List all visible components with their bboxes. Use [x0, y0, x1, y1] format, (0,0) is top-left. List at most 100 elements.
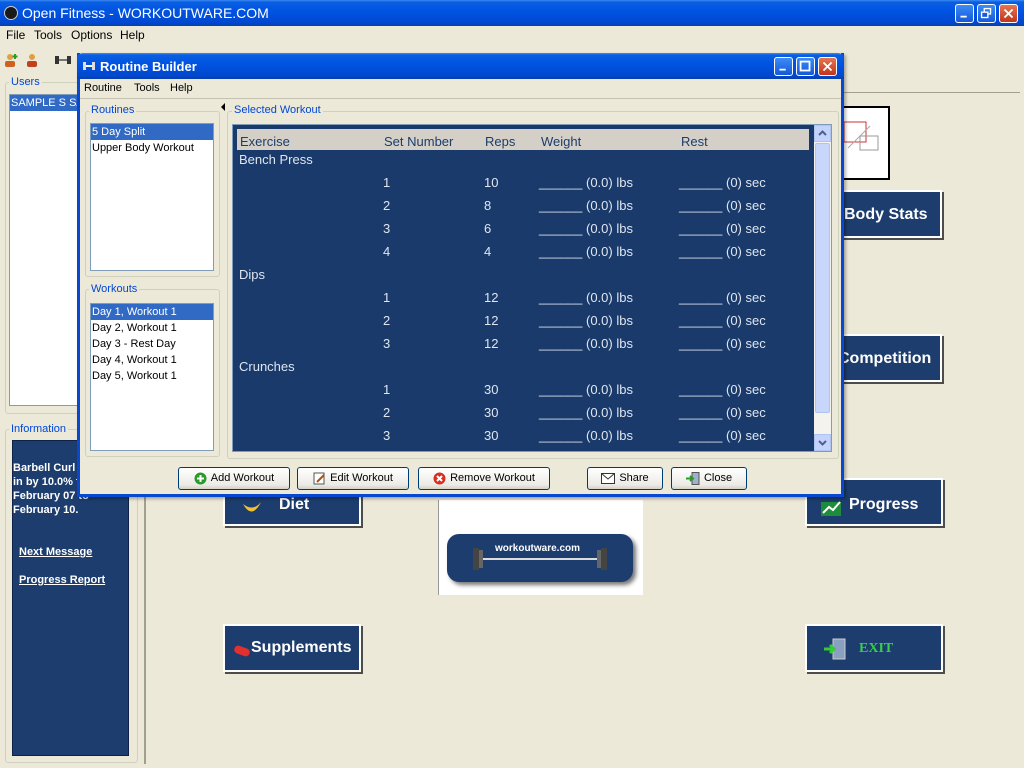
pill-icon — [234, 645, 250, 657]
cell-reps: 12 — [484, 313, 499, 328]
cell-weight[interactable]: ______ (0.0) lbs — [539, 175, 633, 190]
progress-report-link[interactable]: Progress Report — [19, 574, 105, 586]
workout-item[interactable]: Day 2, Workout 1 — [91, 320, 213, 336]
supplements-label: Supplements — [251, 639, 352, 656]
scroll-up-button[interactable] — [814, 125, 831, 142]
app-icon — [4, 6, 18, 20]
cell-set-number: 3 — [383, 428, 391, 443]
grid-scrollbar[interactable] — [814, 125, 831, 451]
cell-set-number: 2 — [383, 405, 391, 420]
cell-rest[interactable]: ______ (0) sec — [679, 405, 766, 420]
menu-help[interactable]: Help — [120, 28, 145, 42]
routines-label: Routines — [89, 104, 137, 116]
cell-weight[interactable]: ______ (0.0) lbs — [539, 336, 633, 351]
progress-label: Progress — [849, 496, 919, 513]
logo-badge: workoutware.com — [447, 534, 633, 582]
workout-item[interactable]: Day 3 - Rest Day — [91, 336, 213, 352]
edit-workout-label: Edit Workout — [330, 472, 393, 484]
edit-icon — [313, 472, 325, 485]
cell-weight[interactable]: ______ (0.0) lbs — [539, 382, 633, 397]
cell-rest[interactable]: ______ (0) sec — [679, 290, 766, 305]
cell-rest[interactable]: ______ (0) sec — [679, 244, 766, 259]
exit-button[interactable]: EXIT — [805, 624, 943, 672]
dialog-menu-help[interactable]: Help — [170, 82, 193, 94]
column-header-exercise[interactable]: Exercise — [240, 134, 290, 149]
close-button[interactable]: Close — [671, 467, 747, 490]
cell-rest[interactable]: ______ (0) sec — [679, 428, 766, 443]
body-stats-image — [838, 106, 890, 180]
share-button[interactable]: Share — [587, 467, 663, 490]
close-icon — [1003, 8, 1014, 19]
dialog-minimize-button[interactable] — [774, 57, 793, 76]
exercise-name: Bench Press — [239, 152, 313, 167]
column-header-weight[interactable]: Weight — [541, 134, 581, 149]
menu-file[interactable]: File — [6, 28, 25, 42]
add-workout-button[interactable]: Add Workout — [178, 467, 290, 490]
scroll-down-button[interactable] — [814, 434, 831, 451]
column-header-reps[interactable]: Reps — [485, 134, 515, 149]
competition-label: Competition — [838, 350, 932, 367]
cell-rest[interactable]: ______ (0) sec — [679, 175, 766, 190]
next-message-link[interactable]: Next Message — [19, 546, 92, 558]
main-close-button[interactable] — [999, 4, 1018, 23]
cell-rest[interactable]: ______ (0) sec — [679, 382, 766, 397]
column-header-rest[interactable]: Rest — [681, 134, 708, 149]
remove-workout-button[interactable]: Remove Workout — [418, 467, 550, 490]
cell-weight[interactable]: ______ (0.0) lbs — [539, 313, 633, 328]
workout-item[interactable]: Day 4, Workout 1 — [91, 352, 213, 368]
diet-icon — [243, 502, 261, 512]
cell-weight[interactable]: ______ (0.0) lbs — [539, 290, 633, 305]
restore-icon — [980, 7, 992, 19]
routines-list[interactable]: 5 Day Split Upper Body Workout — [90, 123, 214, 271]
barbell-title-icon — [83, 62, 95, 70]
cell-weight[interactable]: ______ (0.0) lbs — [539, 198, 633, 213]
competition-button[interactable]: Competition — [830, 334, 942, 382]
cell-rest[interactable]: ______ (0) sec — [679, 198, 766, 213]
chevron-down-icon — [818, 440, 827, 446]
cell-weight[interactable]: ______ (0.0) lbs — [539, 428, 633, 443]
information-label: Information — [9, 423, 69, 435]
main-title-bar: Open Fitness - WORKOUTWARE.COM — [0, 0, 1024, 26]
routine-item[interactable]: Upper Body Workout — [91, 140, 213, 156]
close-label: Close — [703, 472, 733, 484]
dialog-menu-routine[interactable]: Routine — [84, 82, 122, 94]
workout-grid[interactable]: Exercise Set Number Reps Weight Rest Ben… — [232, 124, 832, 452]
cell-rest[interactable]: ______ (0) sec — [679, 313, 766, 328]
body-stats-button[interactable]: Body Stats — [830, 190, 942, 238]
cell-rest[interactable]: ______ (0) sec — [679, 221, 766, 236]
dialog-close-button[interactable] — [818, 57, 837, 76]
add-user-icon[interactable] — [3, 52, 19, 68]
dialog-menu-separator — [80, 98, 841, 99]
menu-options[interactable]: Options — [71, 28, 112, 42]
workouts-label: Workouts — [89, 283, 140, 295]
minimize-icon — [779, 68, 786, 71]
cell-weight[interactable]: ______ (0.0) lbs — [539, 405, 633, 420]
menu-tools[interactable]: Tools — [34, 28, 62, 42]
workoutware-logo: workoutware.com — [438, 500, 643, 595]
workout-item[interactable]: Day 1, Workout 1 — [91, 304, 213, 320]
cell-set-number: 1 — [383, 382, 391, 397]
dialog-menu-tools[interactable]: Tools — [134, 82, 160, 94]
cell-rest[interactable]: ______ (0) sec — [679, 336, 766, 351]
cell-weight[interactable]: ______ (0.0) lbs — [539, 221, 633, 236]
dialog-maximize-button[interactable] — [796, 57, 815, 76]
selected-workout-label: Selected Workout — [232, 104, 323, 116]
routine-item[interactable]: 5 Day Split — [91, 124, 213, 140]
exit-label: EXIT — [859, 641, 894, 656]
scroll-thumb[interactable] — [815, 143, 830, 413]
barbell-toolbar-icon[interactable] — [53, 52, 73, 68]
edit-workout-button[interactable]: Edit Workout — [297, 467, 409, 490]
close-icon — [822, 61, 833, 72]
user-icon[interactable] — [24, 52, 40, 68]
main-restore-button[interactable] — [977, 4, 996, 23]
splitter-arrow-icon[interactable] — [221, 103, 225, 111]
main-minimize-button[interactable] — [955, 4, 974, 23]
cell-weight[interactable]: ______ (0.0) lbs — [539, 244, 633, 259]
chevron-up-icon — [818, 130, 827, 136]
supplements-button[interactable]: Supplements — [223, 624, 361, 672]
cell-set-number: 3 — [383, 221, 391, 236]
workout-item[interactable]: Day 5, Workout 1 — [91, 368, 213, 384]
routine-builder-dialog: Routine Builder Routine Tools Help Routi… — [77, 53, 844, 497]
column-header-set-number[interactable]: Set Number — [384, 134, 453, 149]
workouts-list[interactable]: Day 1, Workout 1 Day 2, Workout 1 Day 3 … — [90, 303, 214, 451]
